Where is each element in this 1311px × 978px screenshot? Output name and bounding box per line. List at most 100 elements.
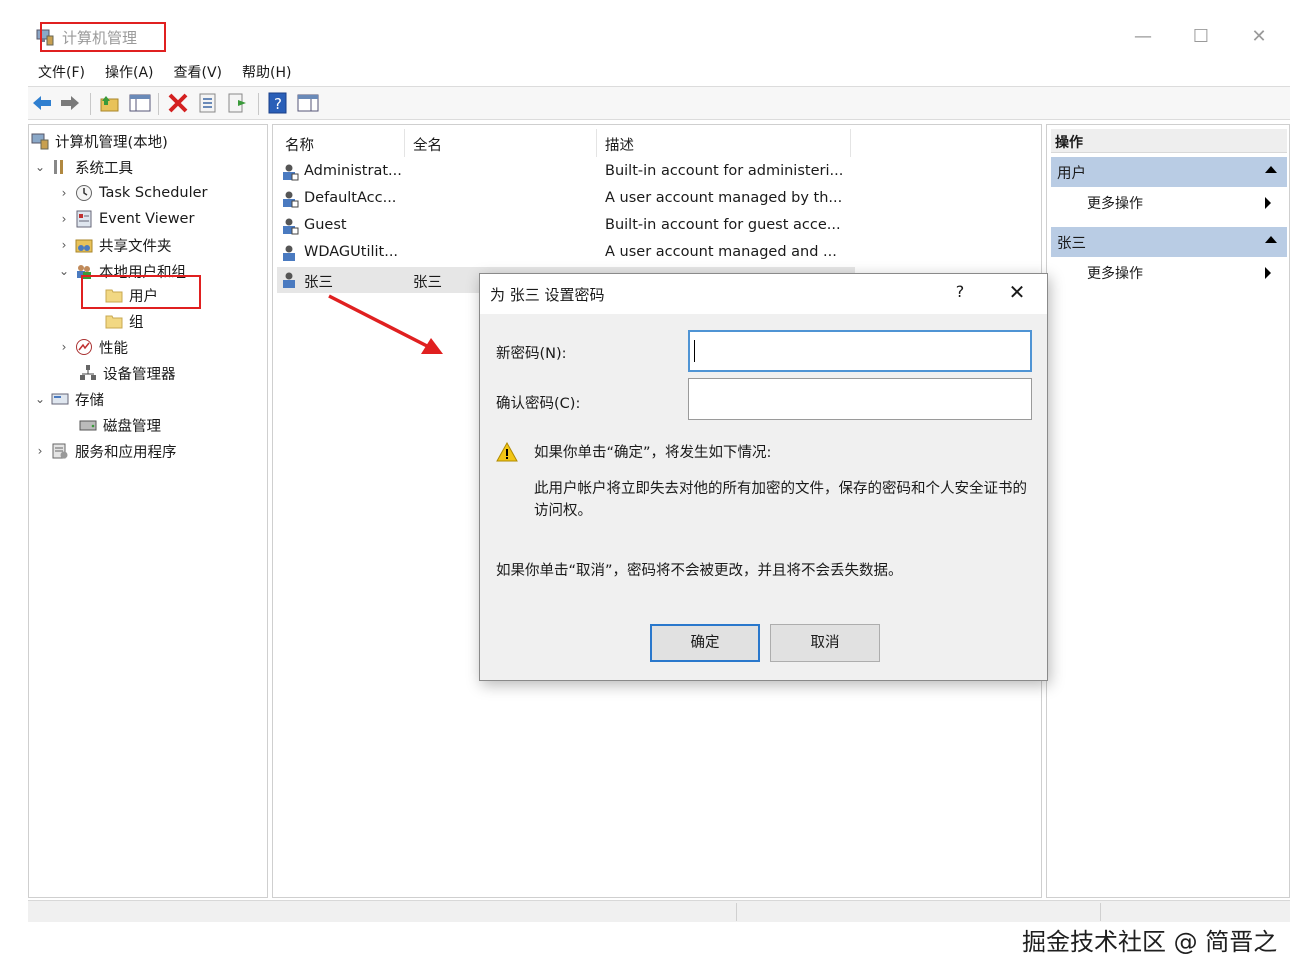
tree-label: 组 xyxy=(129,314,144,331)
tree-item-system-tools[interactable]: ⌄ 系统工具 xyxy=(33,155,133,179)
device-manager-icon xyxy=(80,365,96,380)
dialog-close-button[interactable]: ✕ xyxy=(1004,280,1030,304)
show-hide-tree-icon[interactable] xyxy=(128,92,152,114)
submenu-arrow-icon xyxy=(1265,197,1271,209)
back-arrow-icon[interactable] xyxy=(30,92,54,114)
chevron-right-icon[interactable]: › xyxy=(57,212,71,226)
export-list-icon[interactable] xyxy=(226,92,250,114)
up-folder-icon[interactable] xyxy=(98,92,122,114)
tree-item-groups[interactable]: 组 xyxy=(101,309,144,333)
chevron-right-icon[interactable]: › xyxy=(57,340,71,354)
toolbar-separator xyxy=(258,93,259,115)
tree-item-device-manager[interactable]: 设备管理器 xyxy=(75,361,176,385)
tree-label: 存储 xyxy=(75,392,104,409)
cancel-button[interactable]: 取消 xyxy=(770,624,880,662)
tree-label: 共享文件夹 xyxy=(99,238,172,255)
disk-icon xyxy=(79,420,97,431)
storage-icon xyxy=(51,393,69,405)
menu-view[interactable]: 查看(V) xyxy=(164,60,233,84)
table-row[interactable]: DefaultAcc... A user account managed by … xyxy=(277,186,855,212)
tree-item-event-viewer[interactable]: › Event Viewer xyxy=(57,207,194,231)
tree-item-disk-management[interactable]: 磁盘管理 xyxy=(75,413,161,437)
actions-pane: 操作 用户 更多操作 张三 更多操作 xyxy=(1046,124,1290,898)
user-icon xyxy=(283,191,299,208)
actions-section-zhangsan[interactable]: 张三 xyxy=(1051,227,1287,257)
chevron-down-icon[interactable]: ⌄ xyxy=(57,264,71,278)
minimize-button[interactable]: — xyxy=(1126,24,1160,50)
table-row[interactable]: WDAGUtilit... A user account managed and… xyxy=(277,240,855,266)
tree-label: Task Scheduler xyxy=(99,185,208,201)
chevron-right-icon[interactable]: › xyxy=(57,186,71,200)
user-name: Administrat... xyxy=(304,163,402,179)
warning-icon xyxy=(496,442,518,462)
user-icon xyxy=(283,245,295,261)
warning-text: 如果你单击“确定”，将发生如下情况: xyxy=(534,445,772,461)
actions-title: 操作 xyxy=(1051,129,1287,153)
forward-arrow-icon[interactable] xyxy=(58,92,82,114)
menu-bar: 文件(F) 操作(A) 查看(V) 帮助(H) xyxy=(28,60,301,84)
tree-item-performance[interactable]: › 性能 xyxy=(57,335,128,359)
shared-folder-icon xyxy=(75,239,93,253)
action-pane-icon[interactable] xyxy=(296,92,320,114)
menu-help[interactable]: 帮助(H) xyxy=(232,60,301,84)
performance-icon xyxy=(76,339,92,355)
toolbar-separator xyxy=(158,93,159,115)
status-bar xyxy=(28,900,1290,922)
tree-label: 服务和应用程序 xyxy=(75,444,177,461)
user-name: 张三 xyxy=(304,275,333,291)
text-caret xyxy=(694,340,695,362)
menu-file[interactable]: 文件(F) xyxy=(28,60,95,84)
event-viewer-icon xyxy=(76,210,92,228)
delete-icon[interactable] xyxy=(166,92,190,114)
more-actions-zhangsan[interactable]: 更多操作 xyxy=(1087,259,1283,285)
tree-item-shared-folders[interactable]: › 共享文件夹 xyxy=(57,233,172,257)
menu-action[interactable]: 操作(A) xyxy=(95,60,164,84)
new-password-label: 新密码(N): xyxy=(496,346,567,362)
collapse-triangle-icon[interactable] xyxy=(1265,236,1277,243)
section-label: 用户 xyxy=(1057,166,1086,182)
actions-section-users[interactable]: 用户 xyxy=(1051,157,1287,187)
tree-label: 计算机管理(本地) xyxy=(55,134,168,151)
close-window-button[interactable]: ✕ xyxy=(1242,24,1276,50)
chevron-right-icon[interactable]: › xyxy=(57,238,71,252)
confirm-password-field[interactable] xyxy=(688,378,1032,420)
tree-item-users[interactable]: 用户 xyxy=(101,283,158,307)
column-header-name[interactable]: 名称 xyxy=(277,129,405,157)
clock-icon xyxy=(76,185,92,201)
ok-button[interactable]: 确定 xyxy=(650,624,760,662)
status-divider xyxy=(1100,903,1101,921)
column-header-fullname[interactable]: 全名 xyxy=(405,129,597,157)
watermark-text: 掘金技术社区 @ 简晋之 xyxy=(1022,928,1278,956)
folder-icon xyxy=(105,315,123,329)
chevron-down-icon[interactable]: ⌄ xyxy=(33,392,47,406)
maximize-button[interactable]: ☐ xyxy=(1184,24,1218,50)
table-row[interactable]: Administrat... Built-in account for admi… xyxy=(277,159,855,185)
toolbar: ? xyxy=(28,86,1290,120)
chevron-right-icon[interactable]: › xyxy=(33,444,47,458)
new-password-field[interactable] xyxy=(688,330,1032,372)
tree-label: 设备管理器 xyxy=(103,366,176,383)
column-header-description[interactable]: 描述 xyxy=(597,129,851,157)
tree-item-storage[interactable]: ⌄ 存储 xyxy=(33,387,104,411)
section-label: 张三 xyxy=(1057,236,1086,252)
user-icon xyxy=(283,272,295,288)
more-actions-label: 更多操作 xyxy=(1087,196,1143,212)
window-title: 计算机管理 xyxy=(62,29,138,47)
tree-item-task-scheduler[interactable]: › Task Scheduler xyxy=(57,181,208,205)
tree-label: 用户 xyxy=(129,288,158,305)
status-divider xyxy=(736,903,737,921)
tree-item-services-apps[interactable]: › 服务和应用程序 xyxy=(33,439,177,463)
dialog-title-bar: 为 张三 设置密码 ? ✕ xyxy=(480,274,1047,314)
help-button[interactable]: ? xyxy=(948,282,972,301)
chevron-down-icon[interactable]: ⌄ xyxy=(33,160,47,174)
user-icon xyxy=(283,164,299,181)
tree-item-computer-management[interactable]: 计算机管理(本地) xyxy=(31,129,168,153)
help-icon[interactable]: ? xyxy=(266,92,290,114)
dialog-title: 为 张三 设置密码 xyxy=(490,286,605,304)
table-row[interactable]: Guest Built-in account for guest acce... xyxy=(277,213,855,239)
collapse-triangle-icon[interactable] xyxy=(1265,166,1277,173)
user-name: WDAGUtilit... xyxy=(304,244,399,260)
user-icon xyxy=(283,218,299,235)
properties-icon[interactable] xyxy=(196,92,220,114)
more-actions-users[interactable]: 更多操作 xyxy=(1087,189,1283,215)
